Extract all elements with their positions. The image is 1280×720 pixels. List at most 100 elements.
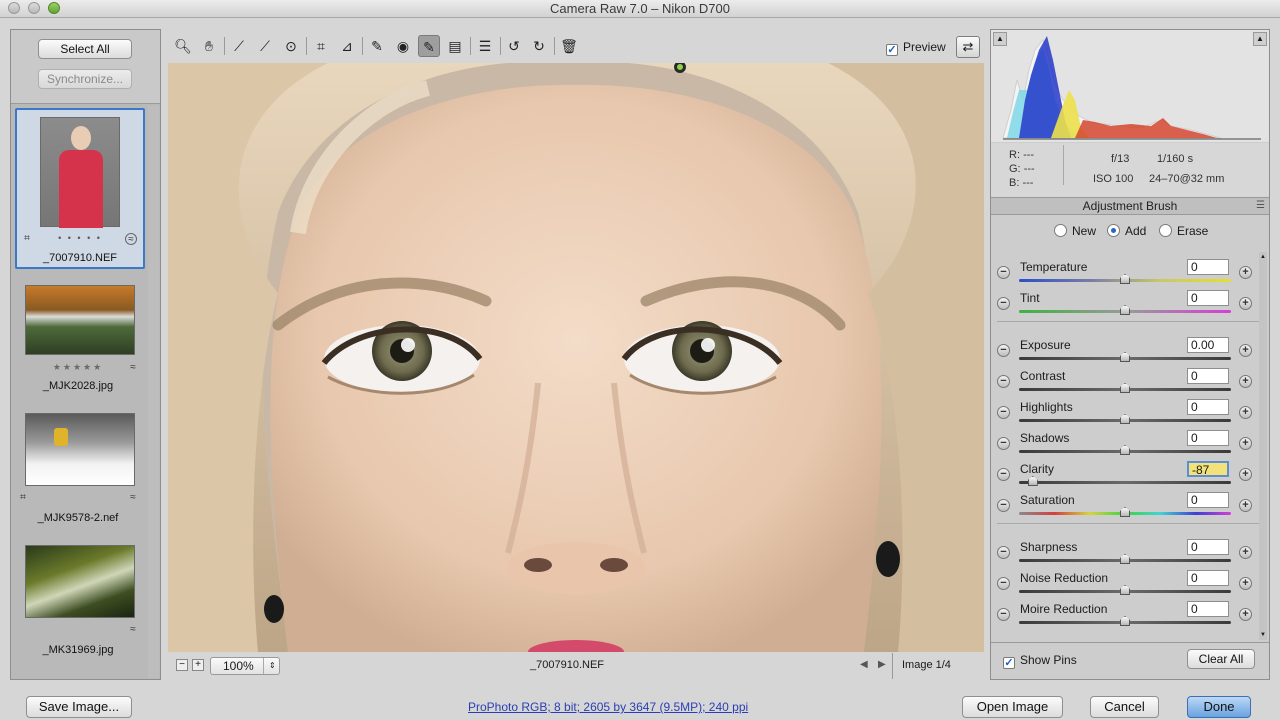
adjustment-value-field[interactable]: 0 — [1187, 492, 1229, 508]
decrease-button[interactable]: − — [997, 297, 1010, 310]
cancel-button[interactable]: Cancel — [1090, 696, 1159, 718]
previous-image-icon[interactable]: ◀ — [860, 659, 868, 670]
preferences-list-icon[interactable]: ☰ — [474, 35, 496, 57]
open-image-button[interactable]: Open Image — [962, 696, 1063, 718]
filmstrip-item[interactable]: ⌗ • • • • • ≈ _7007910.NEF — [15, 108, 145, 269]
decrease-button[interactable]: − — [997, 577, 1010, 590]
increase-button[interactable]: + — [1239, 266, 1252, 279]
done-button[interactable]: Done — [1187, 696, 1251, 718]
slider-thumb[interactable] — [1120, 383, 1130, 393]
preview-checkbox[interactable]: ✓ Preview — [886, 40, 946, 56]
targeted-adjustment-tool-icon[interactable]: ⊙ — [280, 35, 302, 57]
workflow-options-link[interactable]: ProPhoto RGB; 8 bit; 2605 by 3647 (9.5MP… — [468, 700, 748, 714]
decrease-button[interactable]: − — [997, 468, 1010, 481]
clear-all-button[interactable]: Clear All — [1187, 649, 1255, 669]
adjustment-value-field[interactable]: 0 — [1187, 259, 1229, 275]
thumbnail-filename: _MK31969.jpg — [42, 644, 114, 656]
minimize-window-button[interactable] — [28, 2, 40, 14]
adjustment-row-noise-reduction: − Noise Reduction 0 + — [991, 567, 1261, 598]
increase-button[interactable]: + — [1239, 546, 1252, 559]
thumbnail-filename: _MJK2028.jpg — [42, 380, 114, 392]
slider-thumb[interactable] — [1120, 305, 1130, 315]
red-eye-tool-icon[interactable]: ◉ — [392, 35, 414, 57]
shutter-value: 1/160 s — [1157, 153, 1194, 165]
color-sampler-tool-icon[interactable]: ⟋ — [254, 35, 276, 57]
rotate-ccw-icon[interactable]: ↺ — [503, 35, 525, 57]
decrease-button[interactable]: − — [997, 499, 1010, 512]
increase-button[interactable]: + — [1239, 375, 1252, 388]
adjustment-value-field[interactable]: 0 — [1187, 539, 1229, 555]
increase-button[interactable]: + — [1239, 406, 1252, 419]
image-preview[interactable] — [168, 63, 984, 652]
decrease-button[interactable]: − — [997, 546, 1010, 559]
increase-button[interactable]: + — [1239, 437, 1252, 450]
increase-button[interactable]: + — [1239, 608, 1252, 621]
b-readout: B: --- — [1009, 177, 1034, 189]
slider-thumb[interactable] — [1120, 554, 1130, 564]
filmstrip-item[interactable]: ⌗ ≈ _MJK9578-2.nef — [15, 412, 145, 532]
adjustment-value-field[interactable]: 0 — [1187, 368, 1229, 384]
adjustment-value-field[interactable]: 0.00 — [1187, 337, 1229, 353]
straighten-tool-icon[interactable]: ⊿ — [336, 35, 358, 57]
decrease-button[interactable]: − — [997, 266, 1010, 279]
slider-thumb[interactable] — [1120, 445, 1130, 455]
filmstrip-item[interactable]: ★★★★★ ≈ _MJK2028.jpg — [15, 280, 145, 400]
filmstrip-scrollbar[interactable] — [148, 106, 159, 678]
adjustment-value-field[interactable]: 0 — [1187, 570, 1229, 586]
show-pins-checkbox[interactable]: ✓ Show Pins — [1003, 653, 1077, 669]
adjustment-value-field[interactable]: -87 — [1187, 461, 1229, 477]
slider-thumb[interactable] — [1120, 414, 1130, 424]
hand-tool-icon[interactable]: ✋︎ — [198, 35, 220, 57]
slider-track[interactable] — [1019, 481, 1231, 484]
zoom-tool-icon[interactable]: 🔍︎ — [172, 35, 194, 57]
mode-erase-radio[interactable]: Erase — [1159, 224, 1208, 238]
decrease-button[interactable]: − — [997, 344, 1010, 357]
crop-tool-icon[interactable]: ⌗ — [310, 35, 332, 57]
slider-thumb[interactable] — [1120, 507, 1130, 517]
decrease-button[interactable]: − — [997, 406, 1010, 419]
zoom-window-button[interactable] — [48, 2, 60, 14]
adjustment-value-field[interactable]: 0 — [1187, 399, 1229, 415]
graduated-filter-tool-icon[interactable]: ▤ — [444, 35, 466, 57]
filmstrip-item[interactable]: ≈ _MK31969.jpg — [15, 544, 145, 664]
white-balance-tool-icon[interactable]: ⟋ — [228, 35, 250, 57]
decrease-button[interactable]: − — [997, 437, 1010, 450]
slider-thumb[interactable] — [1027, 476, 1038, 486]
increase-button[interactable]: + — [1239, 297, 1252, 310]
filmstrip-header: Select All Synchronize... — [11, 30, 160, 104]
decrease-button[interactable]: − — [997, 375, 1010, 388]
spot-removal-tool-icon[interactable]: ✎ — [366, 35, 388, 57]
zoom-level-select[interactable]: 100% ⇕ — [210, 657, 280, 675]
slider-thumb[interactable] — [1120, 352, 1130, 362]
increase-button[interactable]: + — [1239, 577, 1252, 590]
mode-new-radio[interactable]: New — [1054, 224, 1096, 238]
decrease-button[interactable]: − — [997, 608, 1010, 621]
adjustment-label: Moire Reduction — [1020, 602, 1108, 616]
adjustment-value-field[interactable]: 0 — [1187, 430, 1229, 446]
adjustment-brush-tool-icon[interactable]: ✎ — [418, 35, 440, 57]
trash-icon[interactable]: 🗑︎ — [558, 35, 580, 57]
rotate-cw-icon[interactable]: ↻ — [528, 35, 550, 57]
thumbnail-image — [25, 545, 135, 618]
close-window-button[interactable] — [8, 2, 20, 14]
mode-add-radio[interactable]: Add — [1107, 224, 1146, 238]
slider-thumb[interactable] — [1120, 274, 1130, 284]
thumbnail-image — [25, 413, 135, 486]
zoom-in-button[interactable]: + — [192, 659, 204, 671]
rating-stars[interactable]: ★★★★★ — [15, 362, 141, 373]
adjustment-value-field[interactable]: 0 — [1187, 601, 1229, 617]
panel-scrollbar[interactable]: ▲ ▼ — [1259, 252, 1267, 640]
increase-button[interactable]: + — [1239, 499, 1252, 512]
save-image-button[interactable]: Save Image... — [26, 696, 132, 718]
slider-thumb[interactable] — [1120, 616, 1130, 626]
increase-button[interactable]: + — [1239, 468, 1252, 481]
next-image-icon[interactable]: ▶ — [878, 659, 886, 670]
adjustment-value-field[interactable]: 0 — [1187, 290, 1229, 306]
synchronize-button[interactable]: Synchronize... — [38, 69, 132, 89]
slider-thumb[interactable] — [1120, 585, 1130, 595]
select-all-button[interactable]: Select All — [38, 39, 132, 59]
fullscreen-toggle-button[interactable]: ⇄ — [956, 36, 980, 58]
increase-button[interactable]: + — [1239, 344, 1252, 357]
zoom-out-button[interactable]: − — [176, 659, 188, 671]
panel-menu-icon[interactable]: ☰ — [1256, 198, 1265, 214]
